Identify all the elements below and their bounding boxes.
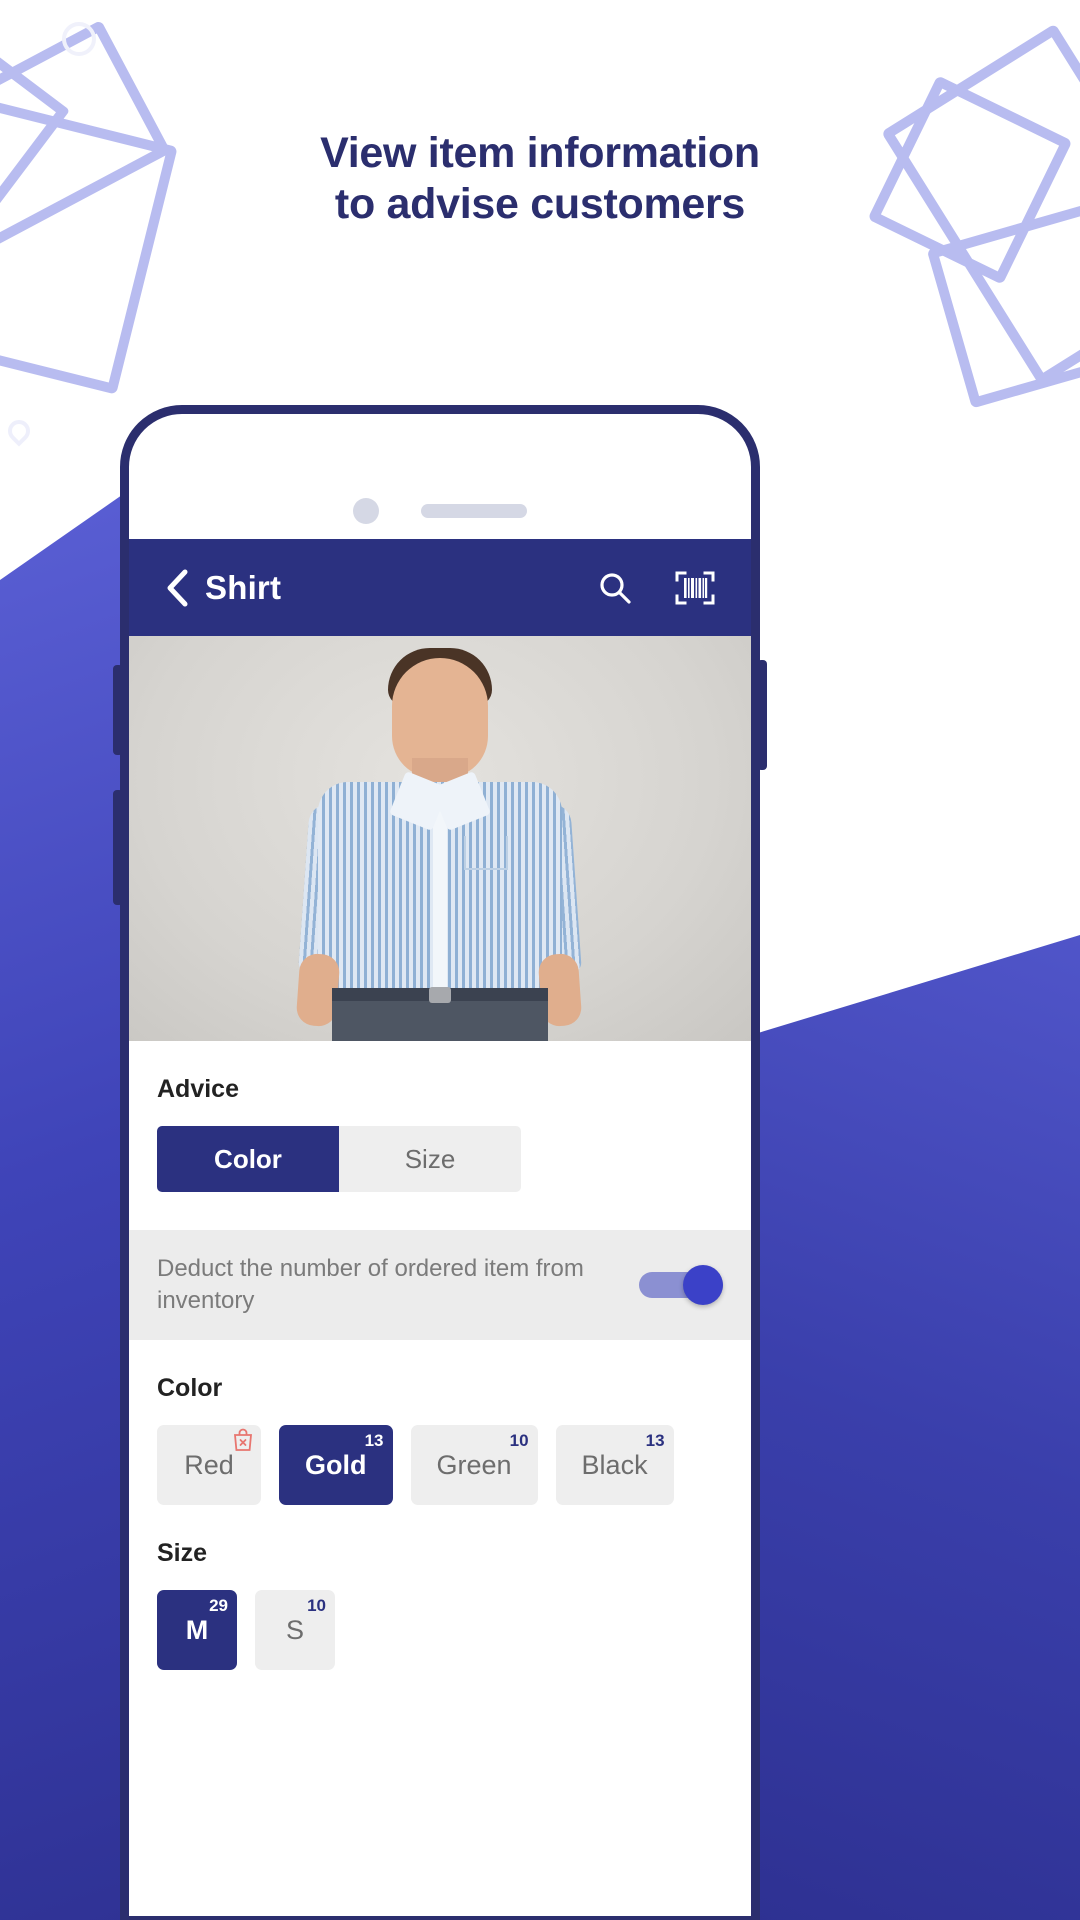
headline-line-2: to advise customers [334, 179, 746, 228]
color-chip-green[interactable]: 10 Green [410, 1425, 538, 1505]
size-chip-m[interactable]: 29 M [157, 1590, 237, 1670]
advice-label: Advice [157, 1075, 239, 1103]
color-chip-label: Green [436, 1449, 512, 1480]
size-chip-label: S [285, 1614, 304, 1645]
color-chip-black[interactable]: 13 Black [555, 1425, 674, 1505]
phone-screen: Shirt Advice Color Size Deduct the numbe… [129, 539, 751, 1916]
tab-color[interactable]: Color [157, 1126, 339, 1192]
color-chip-badge: 13 [364, 1431, 384, 1450]
deduct-inventory-label: Deduct the number of ordered item from i… [157, 1255, 584, 1314]
size-chip-badge: 29 [209, 1596, 228, 1615]
color-options: Red 13 Gold 10 Green 13 Black [157, 1425, 723, 1505]
color-chip-label: Black [581, 1449, 648, 1480]
screen-content: Advice Color Size Deduct the number of o… [129, 1075, 751, 1670]
toggle-knob [683, 1265, 723, 1305]
tab-size[interactable]: Size [339, 1126, 521, 1192]
advice-tabs: Color Size [157, 1126, 521, 1192]
color-chip-gold[interactable]: 13 Gold [279, 1425, 393, 1505]
page-title: View item information to advise customer… [0, 128, 1080, 229]
background-wedge-right [735, 935, 1080, 1920]
product-image [129, 636, 751, 1041]
promo-screenshot: View item information to advise customer… [0, 0, 1080, 1920]
color-section-label: Color [157, 1374, 223, 1402]
app-bar-title: Shirt [205, 568, 282, 606]
deduct-inventory-toggle[interactable] [639, 1265, 723, 1305]
search-icon[interactable] [593, 566, 637, 610]
speaker-grille-icon [421, 504, 527, 518]
deduct-inventory-row: Deduct the number of ordered item from i… [129, 1230, 751, 1340]
phone-notch [129, 486, 751, 536]
size-chip-badge: 10 [307, 1596, 326, 1615]
size-options: 29 M 10 S [157, 1590, 723, 1670]
size-chip-label: M [185, 1614, 209, 1645]
app-bar: Shirt [129, 539, 751, 636]
size-section-label: Size [157, 1539, 208, 1567]
barcode-scan-icon[interactable] [673, 566, 717, 610]
decor-circle-icon [62, 22, 96, 56]
color-chip-badge: 13 [645, 1431, 665, 1450]
phone-mockup: Shirt Advice Color Size Deduct the numbe… [120, 405, 760, 1920]
bag-out-of-stock-icon [231, 1427, 255, 1453]
camera-dot-icon [353, 498, 379, 524]
color-chip-badge: 10 [509, 1431, 529, 1450]
color-chip-red[interactable]: Red [157, 1425, 261, 1505]
headline-line-1: View item information [320, 129, 760, 177]
chevron-left-icon[interactable] [157, 568, 197, 608]
color-chip-label: Gold [305, 1449, 367, 1480]
app-bar-actions [593, 566, 717, 610]
color-chip-label: Red [184, 1449, 234, 1480]
size-chip-s[interactable]: 10 S [255, 1590, 335, 1670]
